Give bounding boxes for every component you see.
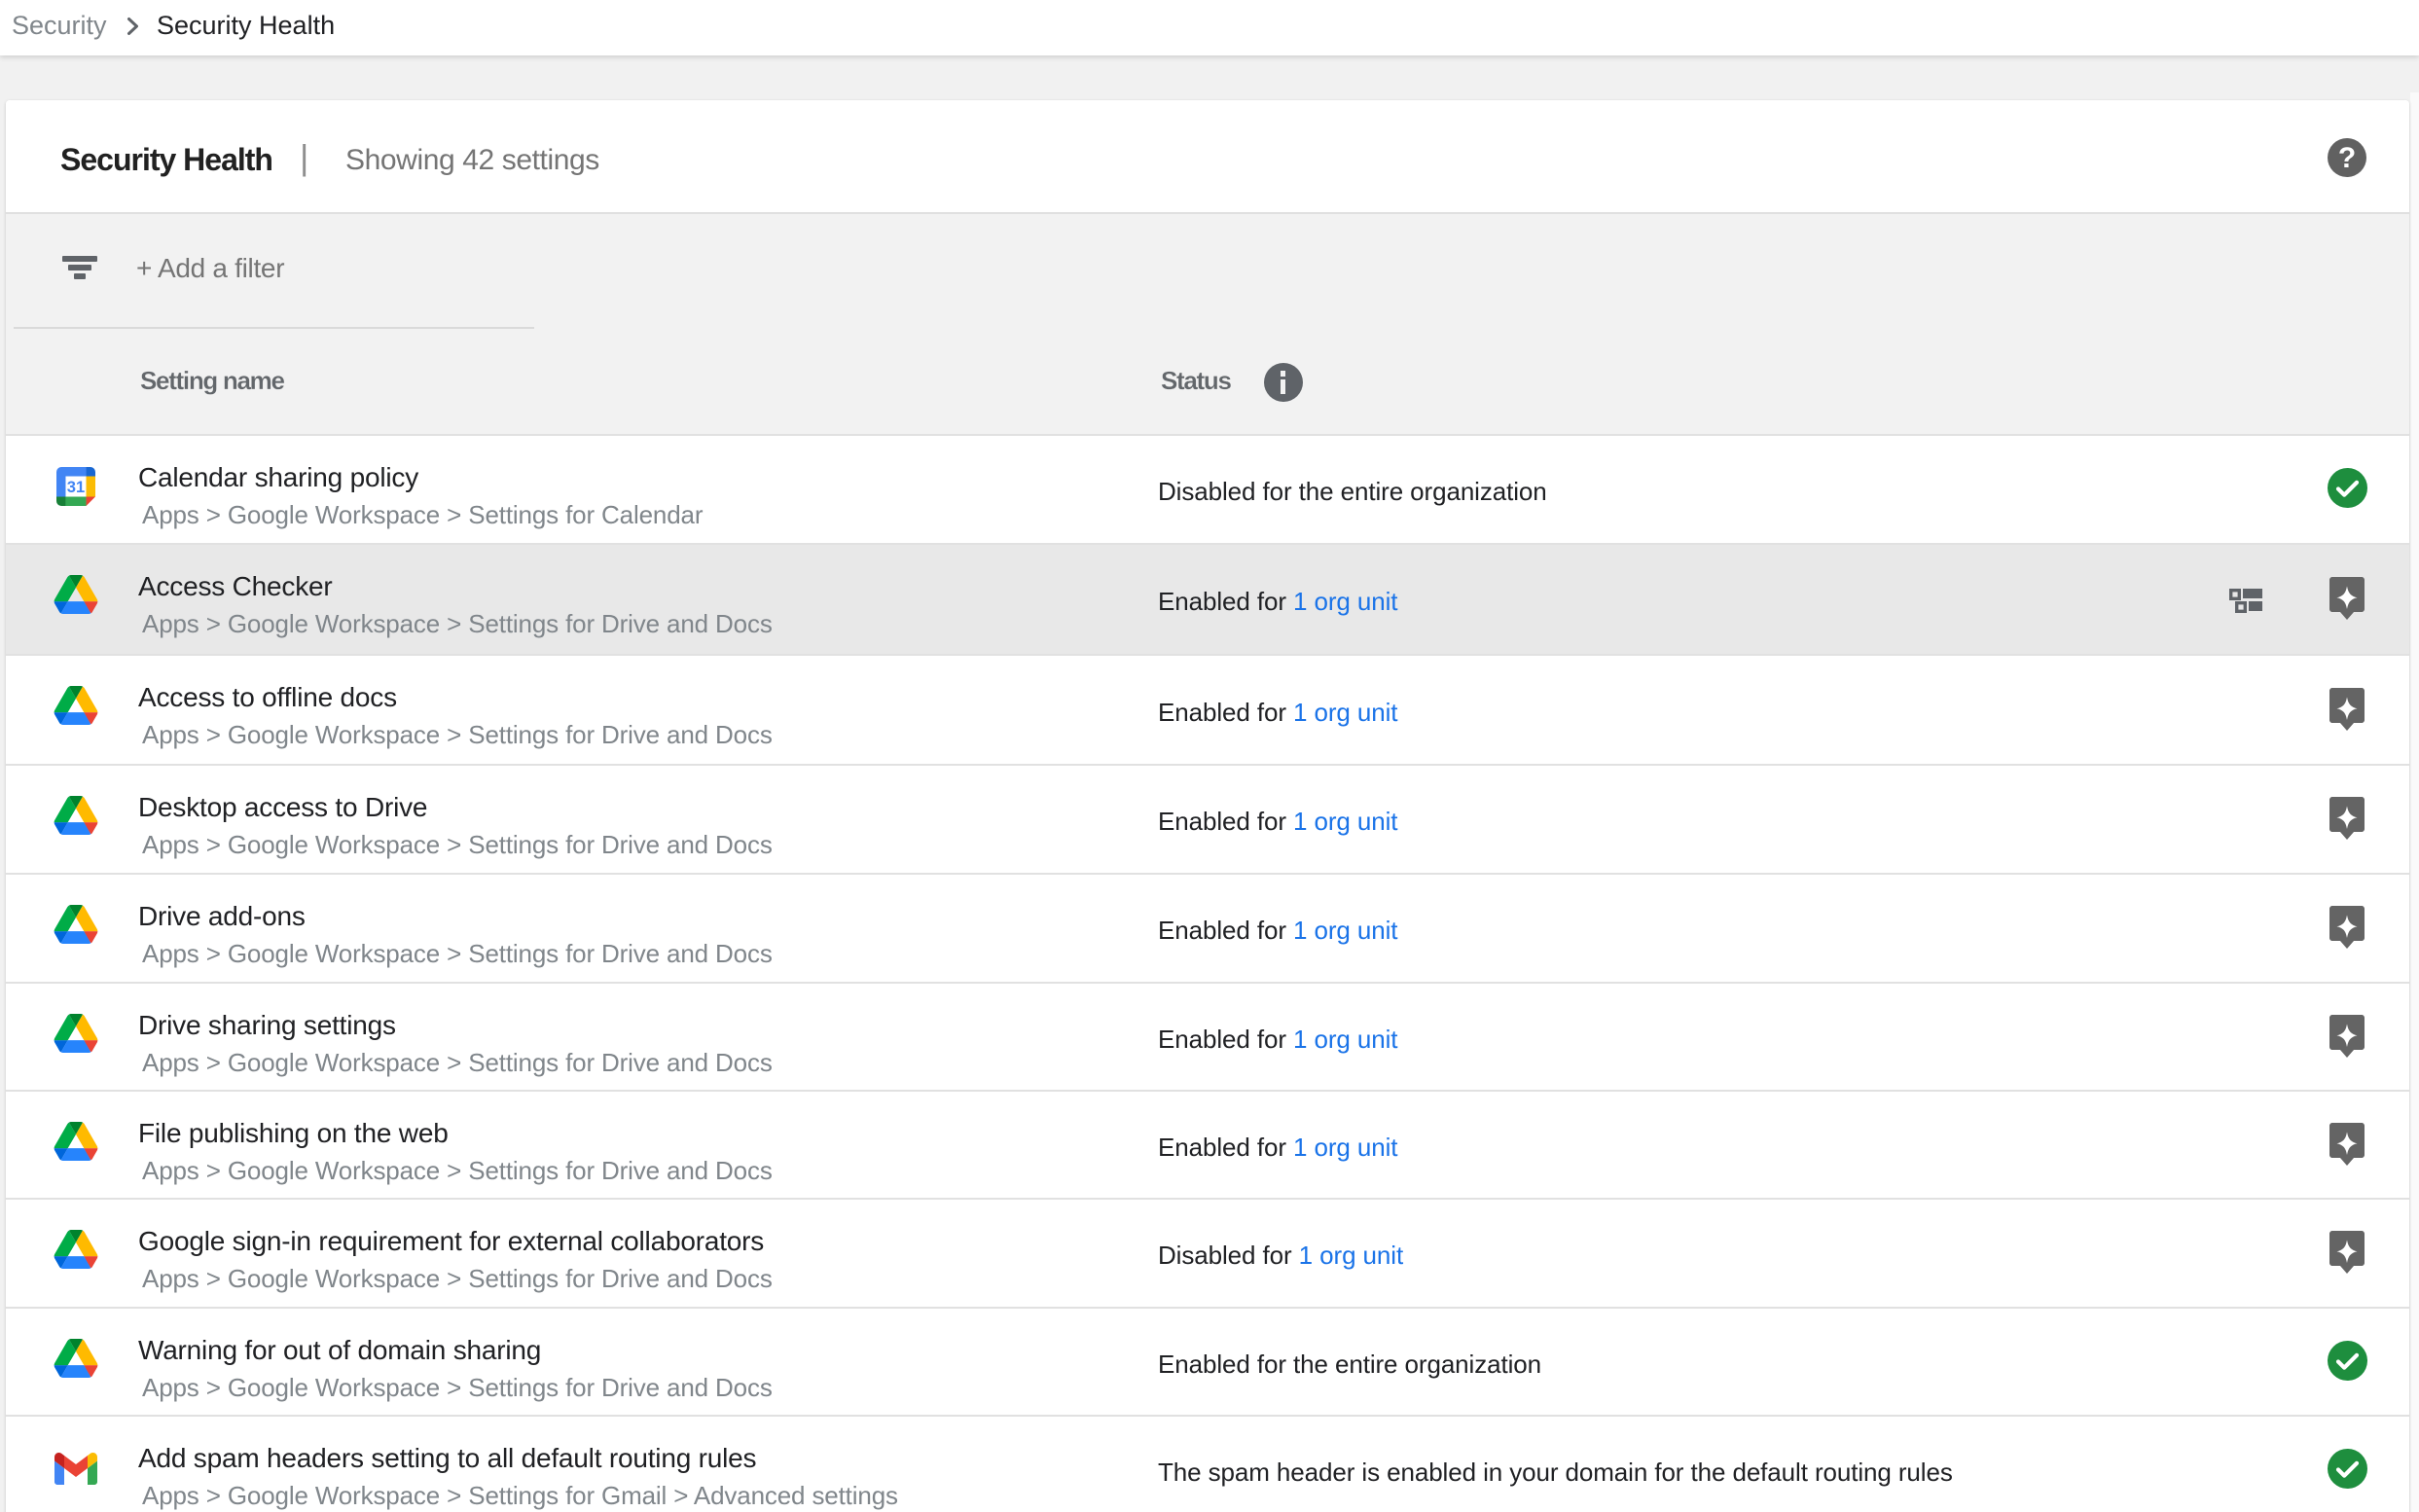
svg-text:31: 31 xyxy=(67,478,85,496)
